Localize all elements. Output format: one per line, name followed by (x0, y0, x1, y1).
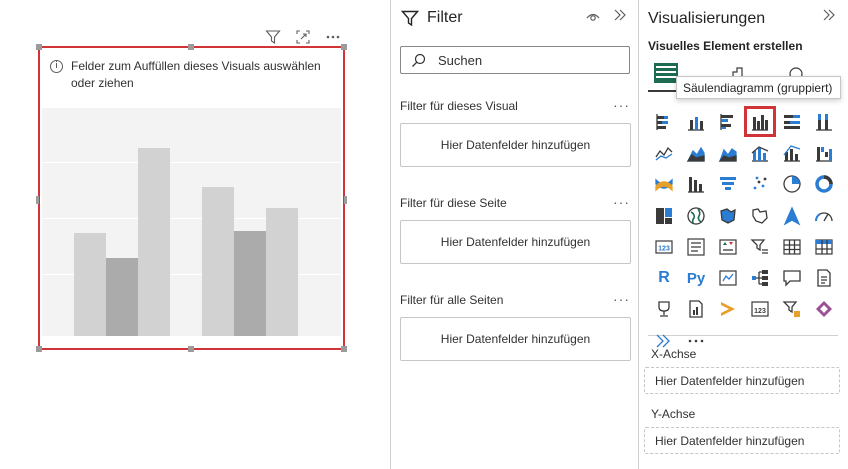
resize-handle[interactable] (341, 44, 347, 50)
decomposition-tree-icon[interactable] (744, 262, 776, 293)
stacked-bar-chart-icon[interactable] (648, 106, 680, 137)
resize-handle[interactable] (188, 346, 194, 352)
donut-chart-icon[interactable] (808, 169, 840, 200)
empty-visual[interactable]: i Felder zum Auffüllen dieses Visuals au… (36, 44, 347, 352)
filter-pane-title: Filter (427, 9, 463, 26)
visualizations-pane-title: Visualisierungen (648, 10, 766, 27)
goals-icon[interactable] (648, 294, 680, 325)
table-icon[interactable] (776, 231, 808, 262)
area-chart-icon[interactable] (680, 137, 712, 168)
visual-type-tooltip: Säulendiagramm (gruppiert) (676, 76, 841, 99)
search-icon (411, 53, 426, 68)
power-automate-icon[interactable]: 123 (744, 294, 776, 325)
filled-map-icon[interactable] (712, 200, 744, 231)
placeholder-bar (202, 187, 234, 336)
filter-icon (401, 9, 419, 27)
r-script-visual-icon[interactable]: R (648, 262, 680, 293)
filter-section-all-pages-label: Filter für alle Seiten (400, 293, 504, 307)
placeholder-bar (266, 208, 298, 336)
paginated-report-icon[interactable] (680, 294, 712, 325)
placeholder-chart (42, 108, 341, 336)
multi-row-card-icon[interactable] (680, 231, 712, 262)
100-stacked-column-chart-icon[interactable] (808, 106, 840, 137)
filter-pane-header: Filter (401, 9, 463, 27)
placeholder-bar (138, 148, 170, 336)
ribbon-chart-icon[interactable] (648, 169, 680, 200)
visual-type-gallery: 123 R Py 123 (648, 106, 840, 356)
power-bi-visual-icon[interactable] (808, 294, 840, 325)
line-chart-icon[interactable] (648, 137, 680, 168)
filter-search-placeholder: Suchen (438, 52, 483, 68)
eye-icon[interactable] (586, 10, 600, 28)
stacked-column-chart-icon[interactable] (680, 106, 712, 137)
treemap-icon[interactable] (648, 200, 680, 231)
azure-ml-icon[interactable] (776, 294, 808, 325)
clustered-bar-chart-icon[interactable] (712, 106, 744, 137)
map-icon[interactable] (680, 200, 712, 231)
info-icon: i (50, 60, 63, 73)
more-options-icon[interactable]: ··· (613, 97, 630, 113)
y-axis-drop-zone[interactable]: Hier Datenfelder hinzufügen (644, 427, 840, 454)
scatter-chart-icon[interactable] (744, 169, 776, 200)
funnel-bar-icon[interactable] (680, 169, 712, 200)
azure-map-icon[interactable] (776, 200, 808, 231)
placeholder-bar (74, 233, 106, 336)
line-and-column-chart-icon[interactable] (744, 137, 776, 168)
more-options-icon[interactable]: ··· (613, 194, 630, 210)
q-and-a-icon[interactable] (776, 262, 808, 293)
filter-pane: Filter Suchen Filter für dieses Visual ·… (390, 0, 638, 469)
placeholder-bar (234, 231, 266, 336)
filter-search-input[interactable]: Suchen (400, 46, 630, 74)
resize-handle[interactable] (344, 196, 347, 204)
resize-handle[interactable] (36, 346, 42, 352)
gridline (42, 162, 341, 163)
card-icon[interactable]: 123 (648, 231, 680, 262)
report-canvas: i Felder zum Auffüllen dieses Visuals au… (0, 0, 390, 469)
filter-section-page-label: Filter für diese Seite (400, 196, 507, 210)
visual-empty-message: i Felder zum Auffüllen dieses Visuals au… (50, 58, 337, 92)
python-visual-icon[interactable]: Py (680, 262, 712, 293)
stacked-area-chart-icon[interactable] (712, 137, 744, 168)
pie-chart-icon[interactable] (776, 169, 808, 200)
funnel-chart-icon[interactable] (712, 169, 744, 200)
resize-handle[interactable] (36, 44, 42, 50)
filter-visual-drop-zone[interactable]: Hier Datenfelder hinzufügen (400, 123, 631, 167)
resize-handle[interactable] (36, 196, 39, 204)
more-options-icon[interactable]: ··· (613, 291, 630, 307)
100-stacked-bar-chart-icon[interactable] (776, 106, 808, 137)
matrix-icon[interactable] (808, 231, 840, 262)
key-influencers-icon[interactable] (712, 262, 744, 293)
shape-map-icon[interactable] (744, 200, 776, 231)
filter-section-visual-label: Filter für dieses Visual (400, 99, 518, 113)
slicer-icon[interactable] (744, 231, 776, 262)
kpi-icon[interactable] (712, 231, 744, 262)
filter-page-drop-zone[interactable]: Hier Datenfelder hinzufügen (400, 220, 631, 264)
get-more-visuals-icon[interactable] (680, 325, 712, 356)
more-visuals-icon[interactable] (648, 325, 680, 356)
svg-text:123: 123 (658, 245, 670, 252)
x-axis-drop-zone[interactable]: Hier Datenfelder hinzufügen (644, 367, 840, 394)
y-axis-label: Y-Achse (651, 407, 696, 421)
visual-empty-message-text: Felder zum Auffüllen dieses Visuals ausw… (71, 59, 321, 90)
waterfall-chart-icon[interactable] (808, 137, 840, 168)
filter-all-pages-drop-zone[interactable]: Hier Datenfelder hinzufügen (400, 317, 631, 361)
resize-handle[interactable] (341, 346, 347, 352)
power-apps-icon[interactable] (712, 294, 744, 325)
build-visual-heading: Visuelles Element erstellen (648, 39, 803, 53)
svg-text:123: 123 (754, 308, 766, 315)
clustered-column-chart-icon[interactable] (744, 106, 776, 138)
collapse-chevron-icon[interactable] (822, 8, 836, 27)
line-and-stacked-column-chart-icon[interactable] (776, 137, 808, 168)
smart-narrative-icon[interactable] (808, 262, 840, 293)
filter-icon[interactable] (262, 27, 284, 47)
resize-handle[interactable] (188, 44, 194, 50)
visual-header (262, 27, 344, 47)
placeholder-bar (106, 258, 138, 336)
collapse-chevron-icon[interactable] (613, 8, 627, 27)
gauge-icon[interactable] (808, 200, 840, 231)
focus-mode-icon[interactable] (292, 27, 314, 47)
